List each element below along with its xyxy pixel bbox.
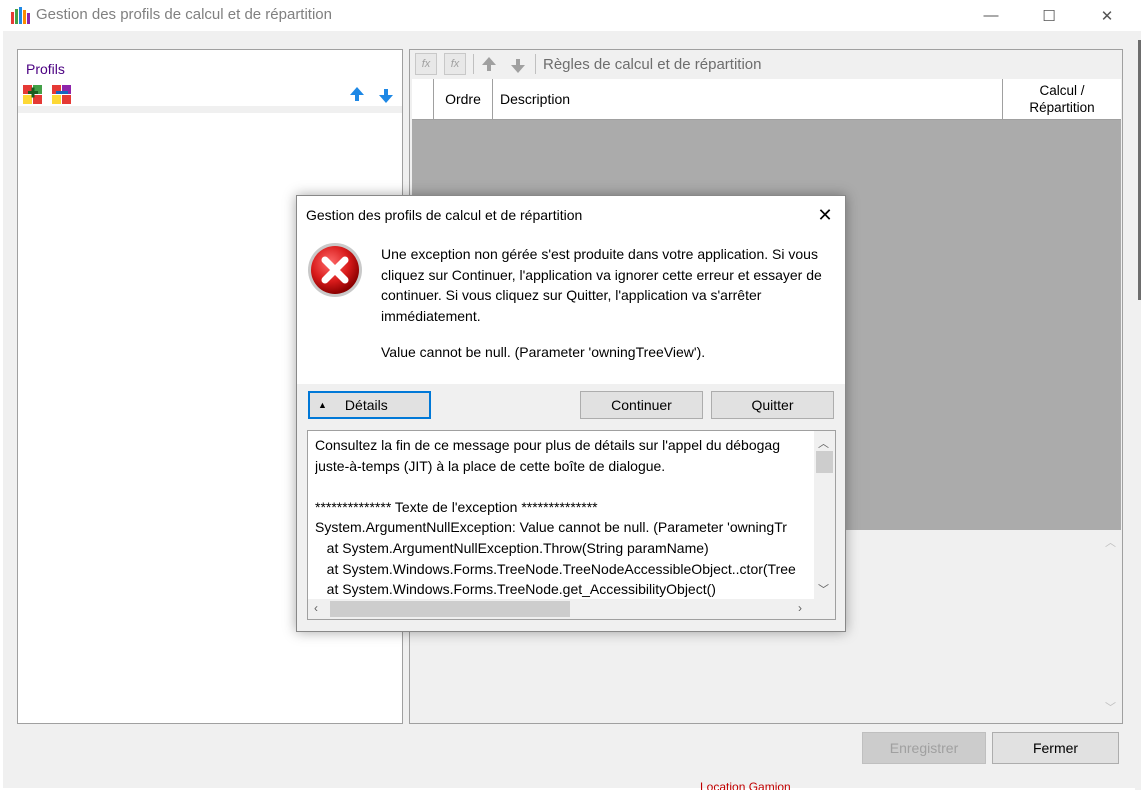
rule-arrow-down-icon[interactable]	[510, 58, 526, 74]
quit-button[interactable]: Quitter	[711, 391, 834, 419]
formula-icon: fx	[421, 58, 431, 70]
rules-grid-header: Ordre Description Calcul / Répartition	[412, 79, 1121, 120]
dialog-title: Gestion des profils de calcul et de répa…	[306, 207, 583, 223]
minimize-icon: —	[983, 7, 999, 24]
scrollbar-corner	[814, 599, 835, 619]
exception-dialog: Gestion des profils de calcul et de répa…	[296, 195, 846, 632]
toolbar-separator	[535, 54, 536, 74]
app-books-icon	[11, 7, 30, 24]
profiles-label: Profils	[26, 61, 65, 77]
formula-alt-icon: fx	[450, 58, 460, 70]
minimize-button[interactable]: —	[968, 0, 1014, 31]
background-window-text: Location Gamion	[700, 780, 791, 790]
details-vertical-scrollbar[interactable]: ︿ ﹀	[814, 431, 835, 599]
details-textbox[interactable]: Consultez la fin de ce message pour plus…	[307, 430, 836, 620]
continue-button[interactable]: Continuer	[580, 391, 703, 419]
dialog-titlebar: Gestion des profils de calcul et de répa…	[297, 196, 845, 234]
close-window-button[interactable]: ✕	[1084, 0, 1130, 31]
window-title: Gestion des profils de calcul et de répa…	[36, 6, 332, 23]
rule-arrow-up-icon[interactable]	[481, 56, 497, 72]
maximize-button[interactable]: ☐	[1026, 0, 1072, 31]
column-header-calc[interactable]: Calcul / Répartition	[1003, 79, 1121, 119]
vertical-scroll-thumb[interactable]	[816, 451, 833, 473]
scroll-left-icon[interactable]: ‹	[314, 601, 318, 615]
close-icon: ✕	[1100, 7, 1114, 25]
column-header-description[interactable]: Description	[493, 79, 1003, 119]
horizontal-scroll-thumb[interactable]	[330, 601, 570, 617]
save-button[interactable]: Enregistrer	[862, 732, 986, 764]
error-icon	[308, 243, 362, 297]
dialog-error-detail: Value cannot be null. (Parameter 'owning…	[381, 344, 706, 360]
rules-title: Règles de calcul et de répartition	[543, 56, 762, 73]
details-label: Détails	[344, 397, 388, 413]
details-toggle-button[interactable]: ▲ Détails	[308, 391, 431, 419]
formula-button[interactable]: fx	[415, 53, 437, 75]
toolbar-separator	[473, 54, 474, 74]
window-titlebar: Gestion des profils de calcul et de répa…	[0, 0, 1141, 31]
details-horizontal-scrollbar[interactable]: ‹ ›	[308, 599, 814, 619]
maximize-icon: ☐	[1042, 7, 1056, 25]
row-header-cell	[412, 79, 434, 119]
dialog-message-area: Une exception non gérée s'est produite d…	[297, 234, 845, 384]
scroll-up-icon[interactable]: ︿	[1105, 534, 1116, 550]
close-icon: ✕	[817, 204, 833, 225]
scroll-down-icon[interactable]: ﹀	[818, 581, 829, 597]
scroll-right-icon[interactable]: ›	[798, 601, 802, 615]
profiles-toolbar	[18, 50, 402, 108]
details-text: Consultez la fin de ce message pour plus…	[315, 437, 796, 598]
scroll-down-icon[interactable]: ﹀	[1105, 699, 1116, 715]
arrow-down-icon[interactable]	[378, 88, 394, 104]
arrow-up-icon[interactable]	[349, 86, 365, 102]
collapse-triangle-icon: ▲	[318, 400, 327, 410]
rules-toolbar: fx fx Règles de calcul et de répartition	[410, 50, 1122, 78]
profiles-toolbar-separator	[18, 106, 402, 113]
add-profile-icon[interactable]	[23, 85, 43, 105]
dialog-message: Une exception non gérée s'est produite d…	[381, 246, 822, 324]
close-button[interactable]: Fermer	[992, 732, 1119, 764]
dialog-close-button[interactable]: ✕	[807, 202, 843, 228]
formula-alt-button[interactable]: fx	[444, 53, 466, 75]
column-header-order[interactable]: Ordre	[434, 79, 493, 119]
scroll-up-icon[interactable]: ︿	[818, 435, 829, 451]
remove-profile-icon[interactable]	[52, 85, 72, 105]
